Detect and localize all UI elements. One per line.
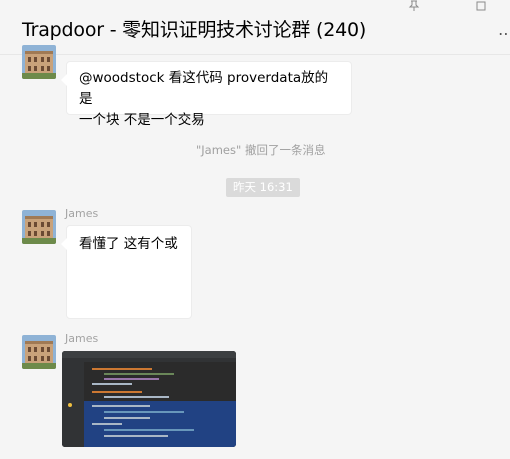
recall-notice: "James" 撤回了一条消息: [196, 143, 326, 157]
message-bubble[interactable]: 看懂了 这有个或: [61, 225, 192, 319]
window-restore-icon[interactable]: [474, 0, 488, 12]
avatar[interactable]: [22, 45, 56, 79]
message-line: 看懂了 这有个或: [79, 236, 178, 252]
message-line: 一个块 不是一个交易: [79, 112, 205, 128]
message-bubble[interactable]: @woodstock 看这代码 proverdata放的是 一个块 不是一个交易: [61, 61, 352, 128]
avatar[interactable]: [22, 335, 56, 369]
sender-name: James: [65, 207, 99, 220]
avatar[interactable]: [22, 210, 56, 244]
timestamp-badge: 昨天 16:31: [226, 178, 300, 197]
chat-header: Trapdoor - 零知识证明技术讨论群 (240) ⋯: [0, 0, 510, 55]
message-line: @woodstock 看这代码 proverdata放的是: [79, 70, 329, 107]
pin-icon[interactable]: [407, 0, 421, 12]
image-message[interactable]: [62, 351, 236, 447]
chat-title: Trapdoor - 零知识证明技术讨论群 (240): [22, 19, 367, 41]
more-icon[interactable]: ⋯: [498, 24, 510, 43]
sender-name: James: [65, 332, 99, 345]
